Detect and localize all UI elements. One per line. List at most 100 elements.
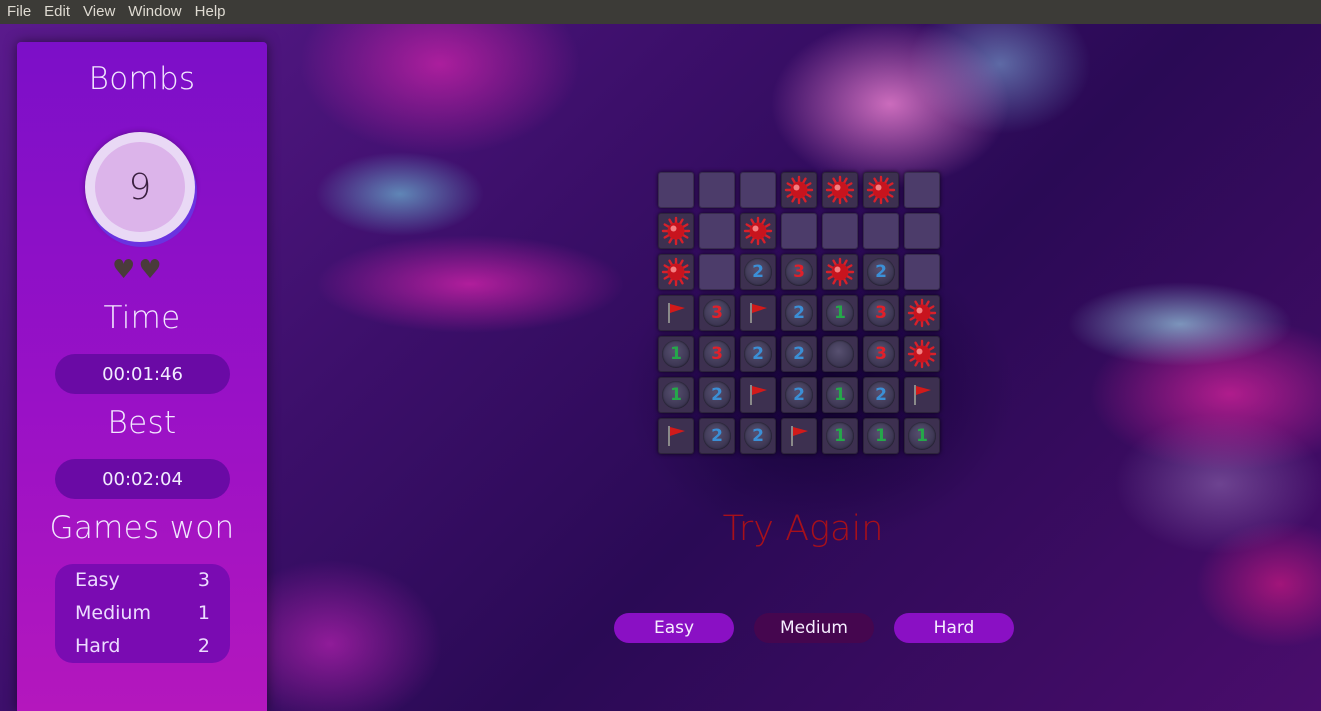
revealed-cell[interactable]: 1	[822, 418, 858, 454]
cell-number: 1	[670, 344, 682, 364]
mine-icon	[866, 175, 896, 205]
cell-number: 2	[875, 385, 887, 405]
time-value: 00:01:46	[55, 354, 230, 394]
mine-cell[interactable]	[822, 172, 858, 208]
menu-window[interactable]: Window	[121, 0, 187, 24]
bomb-counter: 9	[85, 132, 195, 242]
games-won-count: 1	[197, 602, 210, 624]
hidden-cell[interactable]	[699, 172, 735, 208]
revealed-cell[interactable]: 1	[658, 377, 694, 413]
revealed-cell[interactable]: 1	[863, 418, 899, 454]
revealed-cell[interactable]: 2	[740, 418, 776, 454]
games-won-heading: Games won	[49, 510, 235, 546]
flagged-cell[interactable]	[904, 377, 940, 413]
cell-number: 1	[875, 426, 887, 446]
cell-number: 2	[752, 344, 764, 364]
time-heading: Time	[103, 300, 181, 336]
cell-number: 1	[916, 426, 928, 446]
game-area: Bombs 9 ♥ ♥ Time 00:01:46 Best 00:02:04 …	[0, 24, 1321, 711]
mine-icon	[743, 216, 773, 246]
mine-cell[interactable]	[904, 336, 940, 372]
revealed-cell[interactable]: 2	[781, 377, 817, 413]
revealed-cell[interactable]: 1	[658, 336, 694, 372]
hidden-cell[interactable]	[740, 172, 776, 208]
cell-number: 2	[711, 385, 723, 405]
cell-number: 2	[752, 426, 764, 446]
flag-icon	[750, 303, 767, 323]
bombs-heading: Bombs	[88, 61, 196, 97]
revealed-cell[interactable]: 3	[699, 295, 735, 331]
flagged-cell[interactable]	[781, 418, 817, 454]
revealed-cell[interactable]: 1	[822, 377, 858, 413]
revealed-cell[interactable]: 2	[740, 254, 776, 290]
menu-edit[interactable]: Edit	[37, 0, 76, 24]
revealed-cell[interactable]: 2	[863, 254, 899, 290]
mine-cell[interactable]	[658, 213, 694, 249]
revealed-cell[interactable]: 3	[863, 336, 899, 372]
best-heading: Best	[107, 405, 177, 441]
revealed-cell[interactable]: 1	[904, 418, 940, 454]
cell-number: 2	[793, 385, 805, 405]
cell-number: 3	[875, 303, 887, 323]
revealed-cell[interactable]: 2	[699, 418, 735, 454]
flagged-cell[interactable]	[740, 377, 776, 413]
cell-number: 1	[670, 385, 682, 405]
hidden-cell[interactable]	[863, 213, 899, 249]
cell-number: 3	[875, 344, 887, 364]
flagged-cell[interactable]	[740, 295, 776, 331]
revealed-cell[interactable]: 1	[822, 295, 858, 331]
cell-number: 2	[711, 426, 723, 446]
flag-icon	[750, 385, 767, 405]
games-won-label: Hard	[75, 635, 121, 657]
best-value: 00:02:04	[55, 459, 230, 499]
cell-number: 3	[793, 262, 805, 282]
minefield: 2 3 2 3 2 1 3 1 3 2 2 3 1 2 2 1 2 2 2 1 1 1	[658, 172, 948, 462]
stats-sidebar: Bombs 9 ♥ ♥ Time 00:01:46 Best 00:02:04 …	[17, 42, 267, 711]
revealed-cell[interactable]	[822, 336, 858, 372]
mine-cell[interactable]	[740, 213, 776, 249]
hidden-cell[interactable]	[904, 254, 940, 290]
flag-icon	[791, 426, 808, 446]
revealed-cell[interactable]: 3	[781, 254, 817, 290]
menu-file[interactable]: File	[0, 0, 37, 24]
revealed-cell[interactable]: 3	[699, 336, 735, 372]
hidden-cell[interactable]	[699, 254, 735, 290]
hidden-cell[interactable]	[904, 172, 940, 208]
cell-number: 1	[834, 426, 846, 446]
mine-cell[interactable]	[904, 295, 940, 331]
revealed-cell[interactable]: 2	[781, 295, 817, 331]
revealed-cell[interactable]: 2	[863, 377, 899, 413]
menu-help[interactable]: Help	[188, 0, 232, 24]
mine-icon	[907, 339, 937, 369]
easy-button[interactable]: Easy	[614, 613, 734, 643]
games-won-row-medium: Medium 1	[75, 602, 210, 624]
mine-cell[interactable]	[658, 254, 694, 290]
cell-number: 2	[875, 262, 887, 282]
lives-indicator: ♥ ♥	[112, 257, 162, 283]
revealed-cell[interactable]: 2	[740, 336, 776, 372]
heart-icon: ♥	[138, 255, 162, 285]
medium-button[interactable]: Medium	[754, 613, 874, 643]
mine-icon	[784, 175, 814, 205]
revealed-cell[interactable]: 2	[781, 336, 817, 372]
hidden-cell[interactable]	[658, 172, 694, 208]
cell-number: 1	[834, 303, 846, 323]
hidden-cell[interactable]	[822, 213, 858, 249]
mine-cell[interactable]	[781, 172, 817, 208]
hidden-cell[interactable]	[781, 213, 817, 249]
mine-icon	[825, 175, 855, 205]
mine-icon	[661, 257, 691, 287]
flagged-cell[interactable]	[658, 418, 694, 454]
flag-icon	[914, 385, 931, 405]
mine-icon	[661, 216, 691, 246]
revealed-cell[interactable]: 2	[699, 377, 735, 413]
hidden-cell[interactable]	[699, 213, 735, 249]
heart-icon: ♥	[112, 255, 136, 285]
menu-view[interactable]: View	[76, 0, 121, 24]
hard-button[interactable]: Hard	[894, 613, 1014, 643]
hidden-cell[interactable]	[904, 213, 940, 249]
flagged-cell[interactable]	[658, 295, 694, 331]
revealed-cell[interactable]: 3	[863, 295, 899, 331]
mine-cell[interactable]	[863, 172, 899, 208]
mine-cell[interactable]	[822, 254, 858, 290]
